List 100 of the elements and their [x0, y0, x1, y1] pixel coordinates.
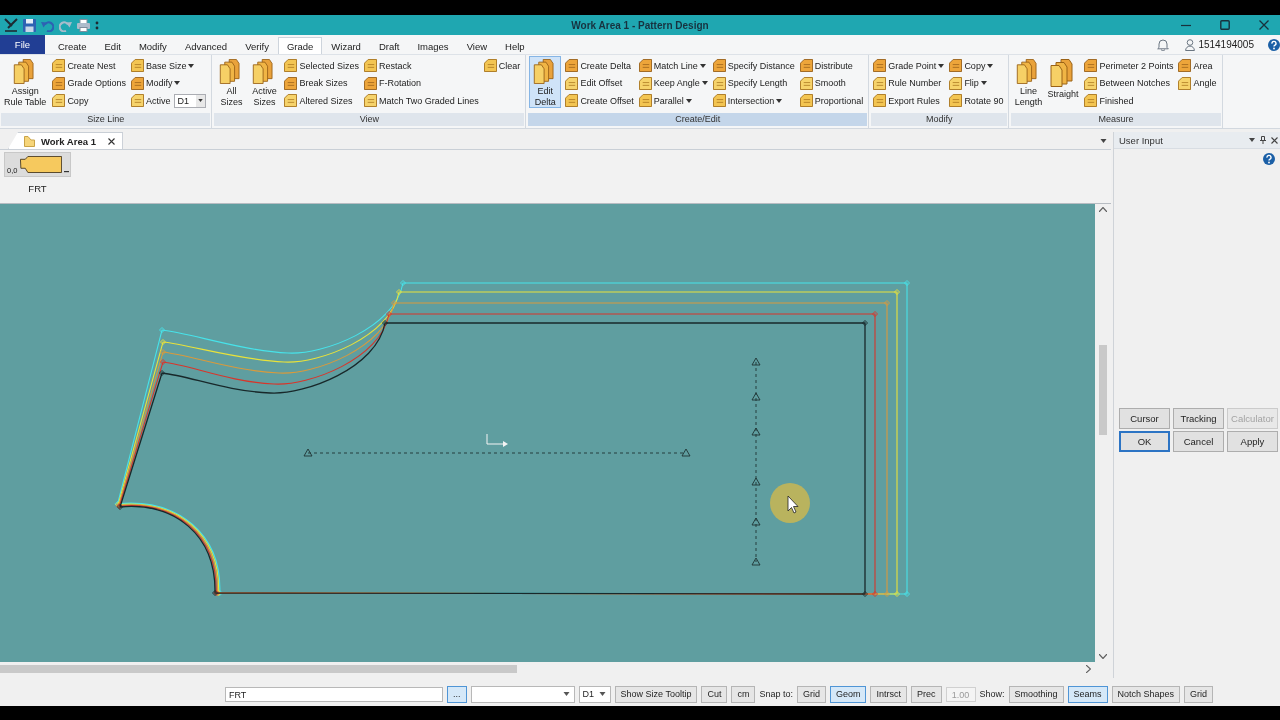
scrollbar-thumb[interactable]: [1098, 345, 1107, 435]
grain-line[interactable]: [751, 357, 761, 566]
toggle-button[interactable]: Cut: [701, 685, 728, 703]
help-icon[interactable]: [1263, 153, 1275, 165]
ribbon-button[interactable]: Match Line: [637, 57, 709, 75]
ribbon-button[interactable]: Grade Options: [51, 74, 127, 92]
ribbon-button[interactable]: Create Offset: [564, 92, 635, 110]
toggle-button[interactable]: Smoothing: [1008, 685, 1064, 703]
direction-arrow-icon: [486, 433, 508, 447]
menu-tab[interactable]: View: [457, 37, 497, 54]
ribbon-button[interactable]: Perimeter 2 Points: [1083, 57, 1175, 75]
scroll-down-icon[interactable]: [1098, 654, 1107, 659]
ribbon-button[interactable]: Keep Angle: [637, 74, 709, 92]
user-id: 1514194005: [1198, 39, 1254, 50]
menu-tab[interactable]: Edit: [95, 37, 130, 54]
panel-button[interactable]: Cancel: [1173, 431, 1224, 452]
toggle-button[interactable]: cm: [731, 685, 756, 703]
menu-tab[interactable]: Grade: [277, 37, 323, 54]
document-tab[interactable]: Work Area 1: [8, 132, 123, 149]
ribbon-button[interactable]: Grade Point: [872, 57, 946, 75]
toggle-button[interactable]: Notch Shapes: [1111, 685, 1181, 703]
scroll-right-icon[interactable]: [1086, 665, 1091, 673]
ribbon-button[interactable]: Modify: [129, 74, 208, 92]
ribbon-button[interactable]: Finished: [1083, 92, 1175, 110]
toggle-button[interactable]: Prec: [911, 685, 942, 703]
menu-tab[interactable]: Verify: [236, 37, 278, 54]
menu-tab[interactable]: Images: [408, 37, 458, 54]
panel-button[interactable]: Cursor: [1119, 408, 1170, 429]
ribbon-button[interactable]: All Sizes: [215, 56, 248, 108]
ribbon-button[interactable]: Create Nest: [51, 57, 127, 75]
ribbon-button[interactable]: Assign Rule Table: [2, 56, 49, 108]
ribbon-button[interactable]: Create Delta: [564, 57, 635, 75]
menu-tab[interactable]: Modify: [129, 37, 176, 54]
scroll-up-icon[interactable]: [1098, 207, 1107, 212]
ribbon-button[interactable]: Specify Length: [711, 74, 796, 92]
ribbon-button[interactable]: Parallel: [637, 92, 709, 110]
pattern-piece-icon: [52, 59, 66, 73]
ribbon-button[interactable]: Straight: [1045, 56, 1081, 108]
size-dropdown[interactable]: D1: [174, 93, 207, 108]
ribbon-button[interactable]: Selected Sizes: [283, 57, 360, 75]
ribbon-button[interactable]: Active Sizes: [248, 56, 281, 108]
panel-button[interactable]: Tracking: [1173, 408, 1224, 429]
toggle-button[interactable]: Show Size Tooltip: [614, 685, 698, 703]
help-icon[interactable]: [1268, 38, 1280, 51]
ribbon-button[interactable]: Flip: [948, 74, 1005, 92]
toggle-button[interactable]: Grid: [1184, 685, 1214, 703]
toggle-button[interactable]: Seams: [1067, 685, 1108, 703]
scrollbar-thumb[interactable]: [0, 665, 517, 673]
ribbon-button[interactable]: Smooth: [798, 74, 865, 92]
maximize-icon[interactable]: [1220, 20, 1230, 30]
menu-tab[interactable]: Wizard: [322, 37, 370, 54]
ribbon-button[interactable]: Altered Sizes: [283, 92, 360, 110]
piece-name: FRT: [28, 183, 47, 194]
ribbon-button[interactable]: Area: [1177, 57, 1218, 75]
toggle-button[interactable]: Grid: [796, 685, 826, 703]
ribbon-button[interactable]: Clear: [482, 57, 522, 75]
dropdown-caret-icon: [562, 692, 570, 696]
ribbon-button[interactable]: Edit Delta: [529, 56, 562, 108]
ribbon-button[interactable]: Copy: [51, 92, 127, 110]
undo-icon[interactable]: [41, 18, 54, 32]
ribbon-button[interactable]: Rotate 90: [948, 92, 1005, 110]
save-icon[interactable]: [23, 18, 36, 32]
user-icon[interactable]: [1185, 38, 1196, 51]
menu-tab[interactable]: Create: [49, 37, 96, 54]
toggle-button[interactable]: ...: [447, 685, 467, 703]
ribbon-button[interactable]: Angle: [1177, 74, 1218, 92]
toggle-button[interactable]: Intrsct: [870, 685, 907, 703]
ribbon-button[interactable]: Restack: [362, 57, 480, 75]
ribbon-button[interactable]: Between Notches: [1083, 74, 1175, 92]
menu-tab[interactable]: Help: [496, 37, 534, 54]
ribbon-button[interactable]: Match Two Graded Lines: [362, 92, 480, 110]
ribbon-button[interactable]: Break Sizes: [283, 74, 360, 92]
bell-icon[interactable]: [1157, 38, 1170, 51]
dropdown-caret-icon: [1249, 138, 1255, 142]
ribbon-button[interactable]: Edit Offset: [564, 74, 635, 92]
pin-icon[interactable]: [1260, 136, 1266, 144]
text-field[interactable]: FRT: [225, 686, 443, 702]
ribbon-button[interactable]: Distribute: [798, 57, 865, 75]
ribbon-button[interactable]: Intersection: [711, 92, 796, 110]
ribbon-button[interactable]: F-Rotation: [362, 74, 480, 92]
dropdown[interactable]: D1: [578, 685, 611, 703]
close-icon[interactable]: [107, 137, 115, 145]
panel-button[interactable]: Apply: [1227, 431, 1278, 452]
app-logo-icon[interactable]: [4, 18, 18, 32]
ribbon-button[interactable]: Base Size: [129, 57, 208, 75]
more-options-icon[interactable]: [95, 20, 99, 30]
ribbon-button[interactable]: Line Length: [1012, 56, 1045, 108]
menu-tab[interactable]: Draft: [369, 37, 409, 54]
ribbon-button[interactable]: Rule Number: [872, 74, 946, 92]
printer-icon[interactable]: [77, 18, 90, 32]
file-menu[interactable]: File: [0, 35, 45, 54]
ribbon-button[interactable]: Export Rules: [872, 92, 946, 110]
ribbon-button[interactable]: Proportional: [798, 92, 865, 110]
panel-button[interactable]: OK: [1119, 431, 1170, 452]
ribbon-button[interactable]: Copy: [948, 57, 1005, 75]
toggle-button[interactable]: Geom: [829, 685, 867, 703]
dropdown[interactable]: [470, 685, 575, 703]
menu-tab[interactable]: Advanced: [175, 37, 237, 54]
ribbon-button[interactable]: Specify Distance: [711, 57, 796, 75]
close-icon[interactable]: [1271, 136, 1278, 144]
